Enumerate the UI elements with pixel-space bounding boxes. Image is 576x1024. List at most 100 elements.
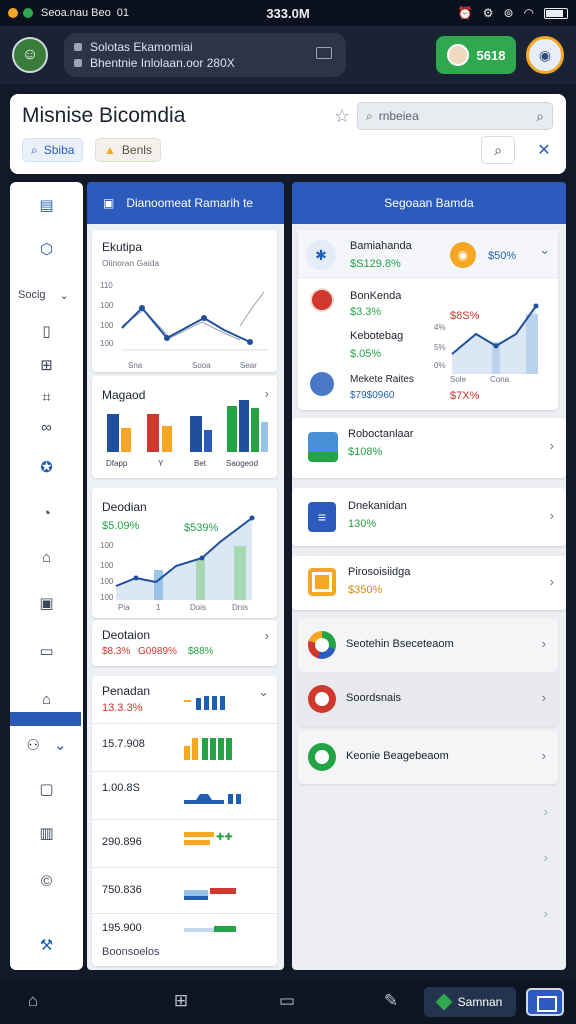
list-item[interactable]: Keonie Beagebeaom ›	[298, 730, 558, 784]
list-item-label: Seotehin Bseceteaom	[346, 638, 454, 650]
sidebar-item-loop[interactable]: ∞	[10, 410, 83, 444]
sidebar-item-building[interactable]: ▥	[10, 816, 83, 850]
list-item[interactable]: 13.3.3%	[92, 676, 277, 724]
message-icon[interactable]	[316, 47, 332, 59]
search-input[interactable]: ⌕ rnbeiea ⌕	[357, 102, 553, 130]
filter-chip-1[interactable]: ⌕ Sbiba	[22, 138, 84, 162]
bar	[190, 416, 202, 452]
chevron-right-icon[interactable]: ›	[544, 850, 548, 865]
folder-color-icon	[308, 432, 338, 462]
chevron-down-icon: ⌄	[59, 289, 69, 302]
summary-card-value: 130%	[348, 518, 377, 530]
notification-box[interactable]: Solotas Ekamomiai Bhentnie Inlolaan.oor …	[64, 33, 346, 77]
sidebar-item-add[interactable]: ⊞	[10, 348, 83, 382]
x-tick: Y	[158, 459, 164, 468]
notification-line2: Bhentnie Inlolaan.oor 280X	[90, 56, 235, 70]
window-icon[interactable]: ▭	[276, 990, 298, 1012]
sidebar-item-group[interactable]: ⚇ ⌄	[10, 728, 83, 762]
save-label: Samnan	[457, 995, 503, 1009]
save-button[interactable]: Samnan	[424, 987, 516, 1017]
search-small-icon: ⌕	[366, 108, 373, 123]
list-item[interactable]: 1.00.8S	[92, 772, 277, 820]
sidebar-item-tools[interactable]: ⚒	[10, 928, 83, 962]
chevron-right-icon[interactable]: ›	[544, 804, 548, 819]
stats-card[interactable]: Deotaion › $8.3% G0989% $88%	[92, 620, 277, 666]
chevron-right-icon[interactable]: ›	[542, 636, 546, 651]
sidebar-item-copyright[interactable]: ©	[10, 864, 83, 898]
status-app-label: Seoa.nau Beo	[41, 7, 111, 19]
x-tick: Saogeod	[226, 459, 258, 468]
close-icon: ✕	[537, 142, 551, 159]
sidebar-section-toggle[interactable]: Socig ⌄	[10, 278, 83, 312]
sidebar-item-home[interactable]: ⌂	[10, 540, 83, 574]
summary-card[interactable]: Roboctanlaar $108% ›	[292, 418, 566, 478]
chevron-right-icon[interactable]: ›	[542, 690, 546, 705]
user-avatar[interactable]: ☺	[12, 37, 48, 73]
chip-label-2: Benls	[121, 143, 152, 157]
chip-label-1: Sbiba	[43, 143, 75, 157]
sidebar-item-tag[interactable]: ⌗	[10, 380, 83, 414]
summary-card-title: Dnekanidan	[348, 500, 407, 512]
line-chart-card[interactable]: Ekutipa Oiinoran Gaida 110 100 100 100 S…	[92, 230, 277, 372]
x-tick: Sna	[128, 361, 143, 370]
sidebar-active-indicator	[10, 712, 81, 726]
close-button[interactable]: ✕	[527, 136, 561, 164]
stats-value-1: $8.3%	[102, 646, 131, 657]
list-item[interactable]: 290.896 ✚✚	[92, 820, 277, 868]
back-icon[interactable]: ⌂	[22, 990, 44, 1012]
orange-dot	[8, 8, 18, 18]
mini-bar	[196, 698, 201, 710]
summary-card-title: Pirosoisiidga	[348, 566, 411, 578]
house-icon: ⌂	[41, 690, 52, 708]
area-chart-card[interactable]: Deodian $5.09% $539% 100 100 100 100 Pia…	[92, 488, 277, 618]
chevron-right-icon[interactable]: ›	[542, 748, 546, 763]
loop-icon: ∞	[41, 418, 52, 436]
list-item[interactable]: Soordsnais ›	[298, 672, 558, 726]
info-icon	[74, 43, 82, 51]
y-tick: 100	[100, 339, 114, 348]
sidebar-item-file[interactable]: ▭	[10, 634, 83, 668]
sidebar-item-gauge[interactable]: ◔	[10, 496, 83, 530]
sidebar-item-security[interactable]: ⬡	[10, 232, 83, 266]
mini-bar	[184, 840, 210, 845]
edit-icon[interactable]: ✎	[380, 990, 402, 1012]
search-button[interactable]: ⌕	[481, 136, 515, 164]
column2-title: Segoaan Bamda	[384, 196, 474, 210]
profile-button[interactable]: ◉	[526, 36, 564, 74]
star-icon[interactable]: ☆	[334, 106, 350, 127]
mini-bar	[236, 794, 241, 804]
list-item[interactable]: 15.7.908	[92, 724, 277, 772]
sidebar-item-documents[interactable]: ▤	[10, 188, 83, 222]
chevron-right-icon[interactable]: ›	[265, 628, 269, 643]
wifi-icon: ◠	[523, 6, 534, 20]
list-item[interactable]: 750.836	[92, 868, 277, 914]
chevron-right-icon[interactable]: ›	[544, 906, 548, 921]
area-chart: 100 100 100 100 Pia 1 Dois Dnis	[100, 515, 255, 612]
list-item[interactable]: Seotehin Bseceteaom ›	[298, 618, 558, 672]
sidebar-item-house[interactable]: ⌂	[10, 682, 83, 716]
sidebar-item-panel[interactable]: ▯	[10, 314, 83, 348]
sidebar-item-notes[interactable]: ▢	[10, 772, 83, 806]
chevron-right-icon[interactable]: ›	[550, 508, 554, 523]
chevron-right-icon[interactable]: ›	[550, 574, 554, 589]
summary-card[interactable]: Pirosoisiidga $350% ›	[292, 556, 566, 610]
user-status-button[interactable]: 5618	[436, 36, 516, 74]
chevron-right-icon[interactable]: ›	[550, 438, 554, 453]
red-ring-icon	[308, 685, 336, 713]
list-item[interactable]: 195.900	[92, 914, 277, 948]
bar	[121, 428, 131, 452]
bank-icon[interactable]: ⊞	[170, 990, 192, 1012]
filter-chip-2[interactable]: ▲ Benls	[95, 138, 161, 162]
mini-bar	[214, 926, 236, 932]
column1-header: ▣ Dianoomeat Ramarih te	[87, 182, 284, 224]
summary-card[interactable]: ≡ Dnekanidan 130% ›	[292, 488, 566, 546]
stats-value-2: G0989%	[138, 646, 177, 657]
search-icon[interactable]: ⌕	[536, 108, 544, 125]
y-tick: 100	[100, 301, 114, 310]
sidebar-item-verified[interactable]: ✪	[10, 450, 83, 484]
bar-chart-card[interactable]: Magaod › Dfapp Y Bet Saogeod	[92, 376, 277, 478]
area-point	[133, 575, 139, 581]
sidebar-item-folder[interactable]: ▣	[10, 586, 83, 620]
bar	[227, 406, 237, 452]
window-toggle-button[interactable]	[526, 988, 564, 1016]
